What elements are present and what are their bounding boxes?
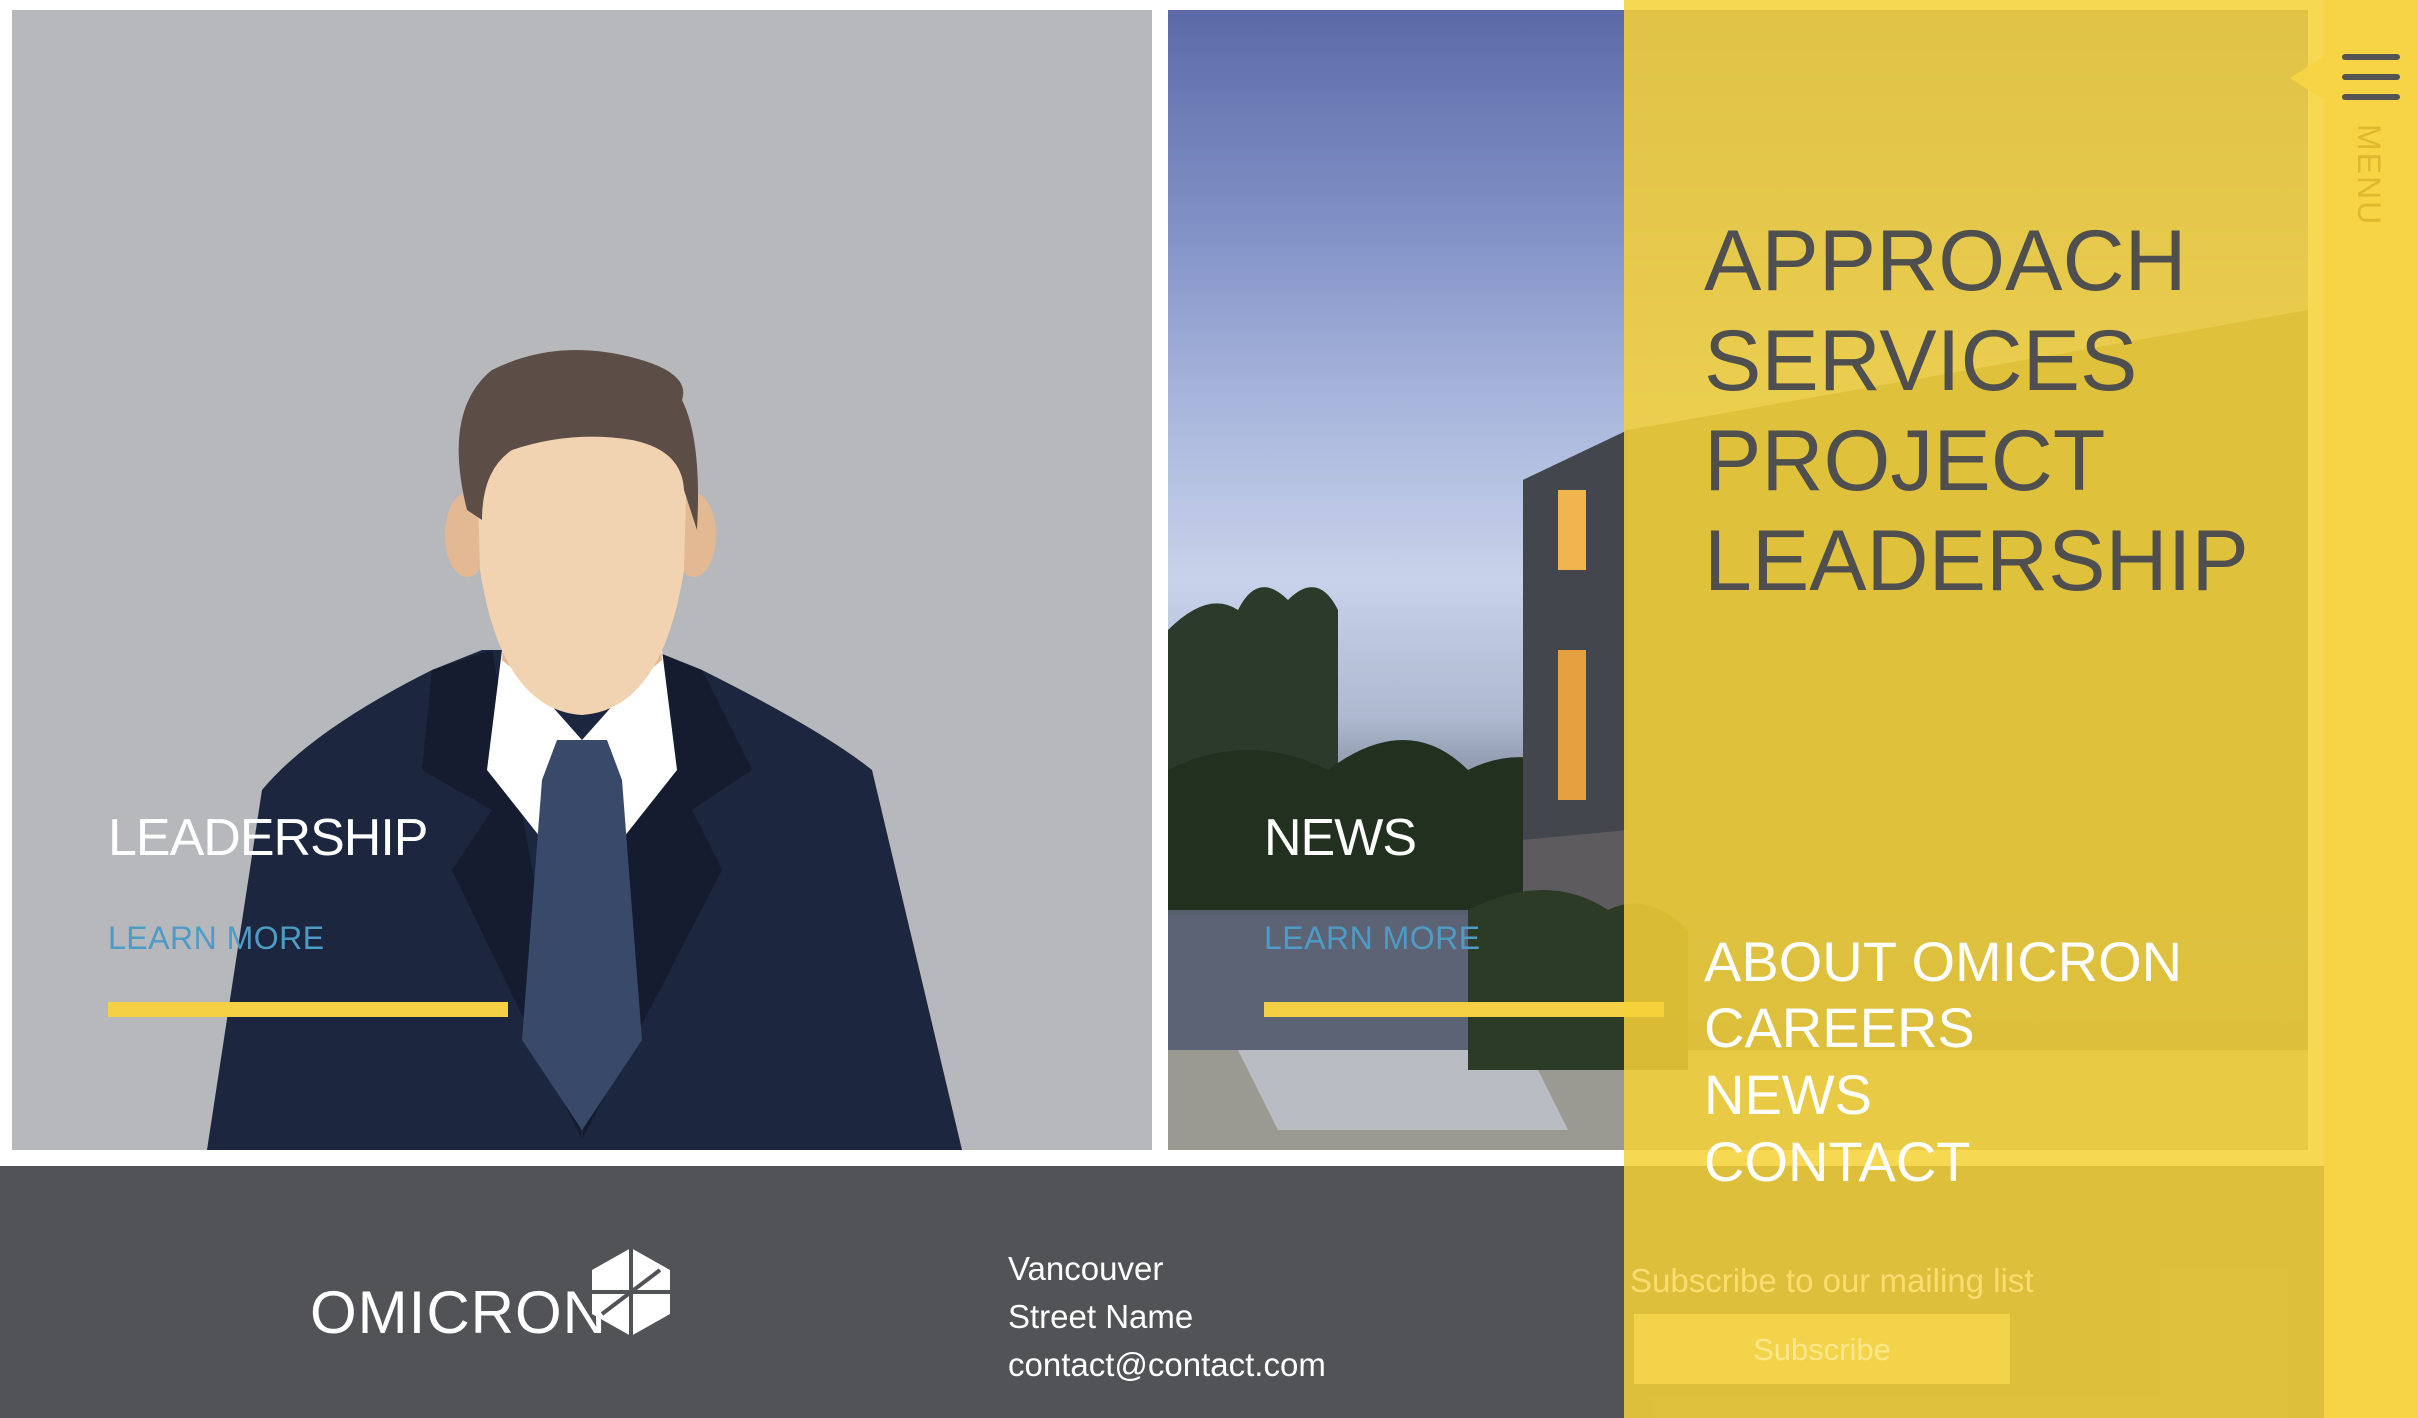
leadership-accent-bar	[108, 1002, 508, 1017]
nav-item-approach[interactable]: APPROACH	[1704, 218, 2187, 304]
footer-address-city: Vancouver	[1008, 1250, 1164, 1287]
menu-notch	[2290, 56, 2324, 100]
footer-contact-email[interactable]: contact@contact.com	[1008, 1346, 1326, 1384]
nav-item-services[interactable]: SERVICES	[1704, 318, 2137, 404]
leadership-tile[interactable]: LEADERSHIP LEARN MORE	[12, 10, 1152, 1150]
news-learn-more-link[interactable]: LEARN MORE	[1264, 920, 1481, 957]
menu-toggle-label[interactable]: MENU	[2350, 124, 2387, 226]
nav-item-leadership[interactable]: LEADERSHIP	[1704, 518, 2249, 604]
news-accent-bar	[1264, 1002, 1664, 1017]
news-tile-title: NEWS	[1264, 809, 1417, 867]
nav-item-news[interactable]: NEWS	[1704, 1067, 1872, 1123]
nav-item-careers[interactable]: CAREERS	[1704, 1000, 1975, 1056]
nav-item-contact[interactable]: CONTACT	[1704, 1134, 1971, 1190]
subscribe-button[interactable]: Subscribe	[1634, 1314, 2010, 1384]
businessman-illustration	[207, 350, 962, 1150]
nav-item-about-omicron[interactable]: ABOUT OMICRON	[1704, 934, 2182, 990]
leadership-learn-more-link[interactable]: LEARN MORE	[108, 920, 325, 957]
subscribe-label: Subscribe to our mailing list	[1630, 1262, 2034, 1299]
leadership-tile-title: LEADERSHIP	[108, 809, 428, 867]
brand-logo-icon[interactable]	[592, 1248, 670, 1336]
nav-item-project[interactable]: PROJECT	[1704, 418, 2105, 504]
brand-logo-text[interactable]: OMICRON	[310, 1278, 607, 1347]
hamburger-menu-icon[interactable]	[2342, 54, 2402, 104]
footer-address-street: Street Name	[1008, 1298, 1194, 1335]
